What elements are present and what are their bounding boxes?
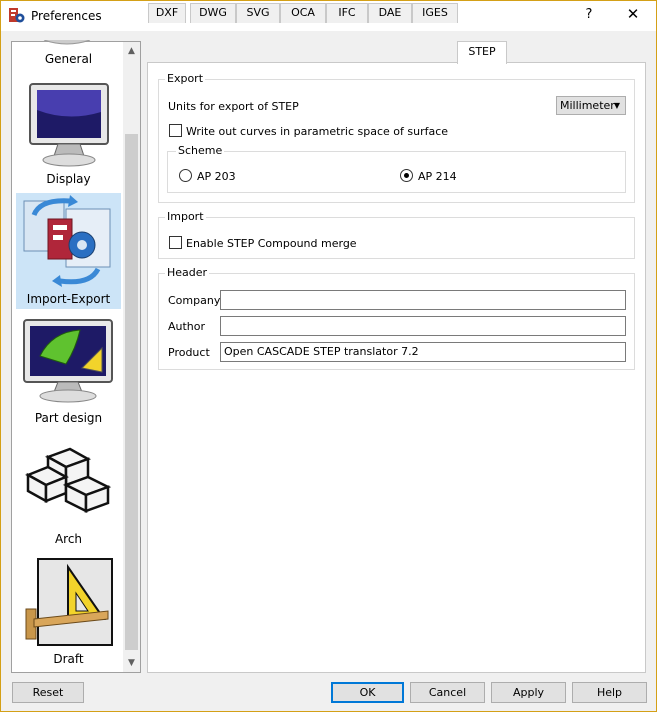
monitor-icon	[29, 83, 109, 167]
step-settings-panel: Export Units for export of STEP Millimet…	[147, 62, 646, 673]
ok-button[interactable]: OK	[331, 682, 404, 703]
tab-dae[interactable]: DAE	[368, 3, 412, 23]
ap214-radio[interactable]	[400, 169, 413, 182]
sidebar-item-draft[interactable]: Draft	[16, 555, 121, 671]
ap214-label: AP 214	[418, 170, 457, 183]
ap203-label: AP 203	[197, 170, 236, 183]
compound-merge-label: Enable STEP Compound merge	[186, 237, 357, 250]
import-group: Import Enable STEP Compound merge	[158, 210, 635, 259]
close-button[interactable]: ✕	[623, 5, 643, 23]
general-icon	[43, 40, 91, 45]
scheme-group: Scheme AP 203 AP 214	[167, 144, 626, 193]
units-select[interactable]: Millimeter ▼	[556, 96, 626, 115]
scroll-down-arrow-icon[interactable]: ▼	[123, 658, 140, 668]
help-button[interactable]: Help	[572, 682, 647, 703]
sidebar-item-general[interactable]: General	[16, 40, 121, 70]
units-label: Units for export of STEP	[168, 100, 299, 113]
freecad-app-icon	[9, 8, 25, 23]
tab-svg[interactable]: SVG	[236, 3, 280, 23]
tab-ifc[interactable]: IFC	[326, 3, 368, 23]
sidebar-item-part-design[interactable]: Part design	[16, 314, 121, 430]
import-export-icon	[23, 195, 111, 287]
apply-button[interactable]: Apply	[491, 682, 566, 703]
ap203-radio[interactable]	[179, 169, 192, 182]
reset-button[interactable]: Reset	[12, 682, 84, 703]
import-group-title: Import	[165, 210, 206, 223]
arch-bricks-icon	[25, 447, 112, 513]
units-select-value: Millimeter	[560, 99, 615, 112]
tab-iges[interactable]: IGES	[412, 3, 458, 23]
header-group-title: Header	[165, 266, 210, 279]
product-label: Product	[168, 346, 210, 359]
sidebar-item-import-export[interactable]: Import-Export	[16, 193, 121, 309]
sidebar-item-label: Part design	[34, 411, 103, 425]
tab-dxf[interactable]: DXF	[148, 3, 186, 23]
tab-oca[interactable]: OCA	[280, 3, 326, 23]
sidebar-scrollbar[interactable]: ▲ ▼	[123, 42, 140, 672]
company-label: Company	[168, 294, 221, 307]
sidebar-item-label: General	[44, 52, 93, 66]
product-field[interactable]: Open CASCADE STEP translator 7.2	[220, 342, 626, 362]
scroll-thumb[interactable]	[125, 134, 138, 650]
sidebar-item-label: Arch	[54, 532, 83, 546]
preferences-window: Preferences ? ✕ General Display Import-E…	[0, 0, 657, 712]
sidebar-item-label: Import-Export	[26, 292, 111, 306]
sidebar-item-arch[interactable]: Arch	[16, 435, 121, 551]
scroll-up-arrow-icon[interactable]: ▲	[123, 46, 140, 56]
company-field[interactable]	[220, 290, 626, 310]
tab-step[interactable]: STEP	[457, 41, 507, 64]
write-curves-checkbox[interactable]	[169, 124, 182, 137]
export-group-title: Export	[165, 72, 206, 85]
compound-merge-checkbox[interactable]	[169, 236, 182, 249]
sidebar-item-display[interactable]: Display	[16, 76, 121, 188]
help-title-button[interactable]: ?	[579, 7, 599, 22]
author-field[interactable]	[220, 316, 626, 336]
author-label: Author	[168, 320, 206, 333]
category-sidebar: General Display Import-Export Part desig…	[11, 40, 141, 673]
sidebar-item-label: Draft	[53, 652, 84, 666]
cancel-button[interactable]: Cancel	[410, 682, 485, 703]
part-design-icon	[23, 319, 113, 403]
window-title: Preferences	[31, 9, 102, 23]
export-group: Export Units for export of STEP Millimet…	[158, 72, 635, 203]
sidebar-item-label: Display	[46, 172, 91, 186]
tab-dwg[interactable]: DWG	[190, 3, 236, 23]
header-group: Header Company Author Product Open CASCA…	[158, 266, 635, 370]
write-curves-label: Write out curves in parametric space of …	[186, 125, 449, 138]
draft-icon	[25, 558, 113, 646]
chevron-down-icon: ▼	[613, 101, 620, 110]
scheme-group-title: Scheme	[176, 144, 225, 157]
